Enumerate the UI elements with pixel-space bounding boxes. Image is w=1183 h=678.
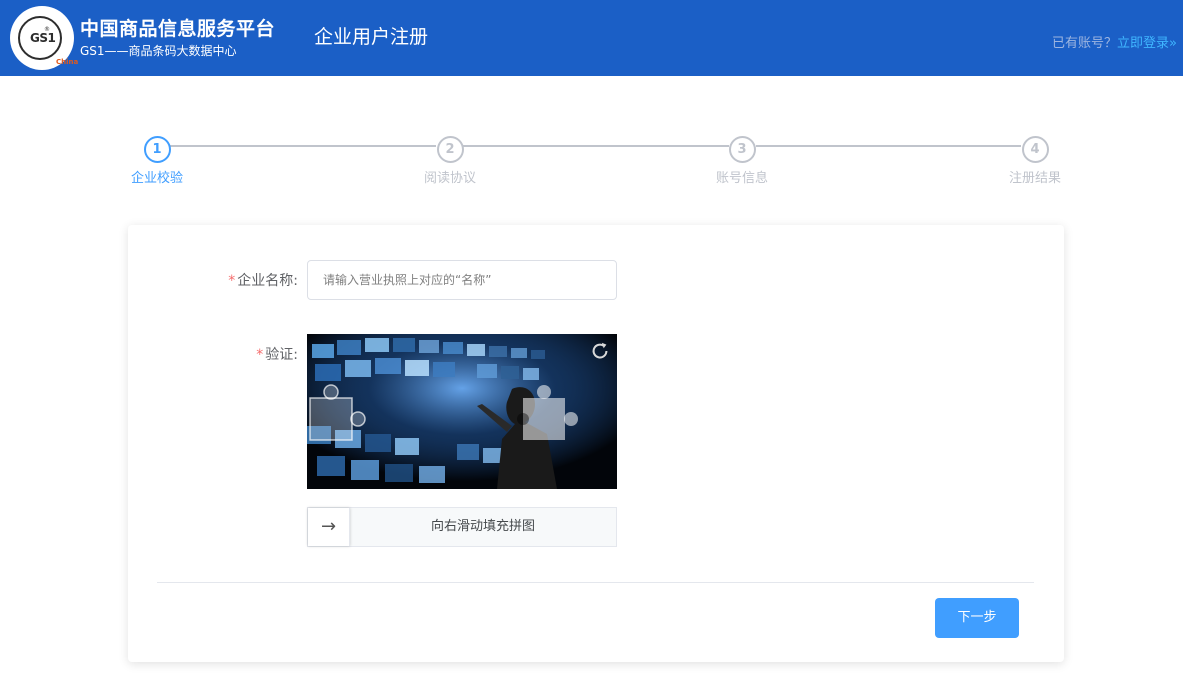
logo-sub: China (56, 58, 78, 66)
gs1-logo: ® GS1 China (10, 6, 74, 70)
step-number: 2 (437, 136, 464, 163)
slider-hint: 向右滑动填充拼图 (350, 508, 616, 546)
step-3: 3 账号信息 (702, 136, 782, 186)
registration-card: *企业名称: *验证: (128, 225, 1064, 662)
captcha-image (307, 334, 617, 489)
next-step-button[interactable]: 下一步 (935, 598, 1019, 638)
brand-subtitle: GS1——商品条码大数据中心 (80, 42, 237, 59)
company-name-input[interactable] (307, 260, 617, 300)
captcha-slider[interactable]: → 向右滑动填充拼图 (307, 507, 617, 547)
header: ® GS1 China 中国商品信息服务平台 GS1——商品条码大数据中心 企业… (0, 0, 1183, 76)
divider (157, 582, 1034, 583)
brand-title: 中国商品信息服务平台 (80, 14, 275, 41)
step-connector (170, 145, 436, 147)
refresh-icon[interactable] (589, 340, 611, 362)
logo-ring: ® GS1 China (18, 16, 62, 60)
step-number: 1 (144, 136, 171, 163)
step-2: 2 阅读协议 (410, 136, 490, 186)
step-number: 3 (729, 136, 756, 163)
step-label: 注册结果 (995, 167, 1075, 186)
step-connector (756, 145, 1021, 147)
login-area: 已有账号？立即登录» (1052, 32, 1177, 51)
step-1: 1 企业校验 (117, 136, 197, 186)
step-label: 阅读协议 (410, 167, 490, 186)
step-label: 账号信息 (702, 167, 782, 186)
step-label: 企业校验 (117, 167, 197, 186)
login-link[interactable]: 立即登录» (1117, 36, 1177, 51)
step-4: 4 注册结果 (995, 136, 1075, 186)
logo-text: GS1 (30, 31, 55, 45)
step-connector (463, 145, 729, 147)
captcha-label: *验证: (128, 344, 298, 364)
captcha-background (307, 334, 617, 489)
slider-handle[interactable]: → (308, 508, 350, 546)
page-title: 企业用户注册 (314, 22, 428, 49)
login-prompt: 已有账号？ (1052, 36, 1117, 51)
step-number: 4 (1022, 136, 1049, 163)
arrow-right-icon: → (321, 516, 336, 537)
company-name-label: *企业名称: (128, 270, 298, 290)
